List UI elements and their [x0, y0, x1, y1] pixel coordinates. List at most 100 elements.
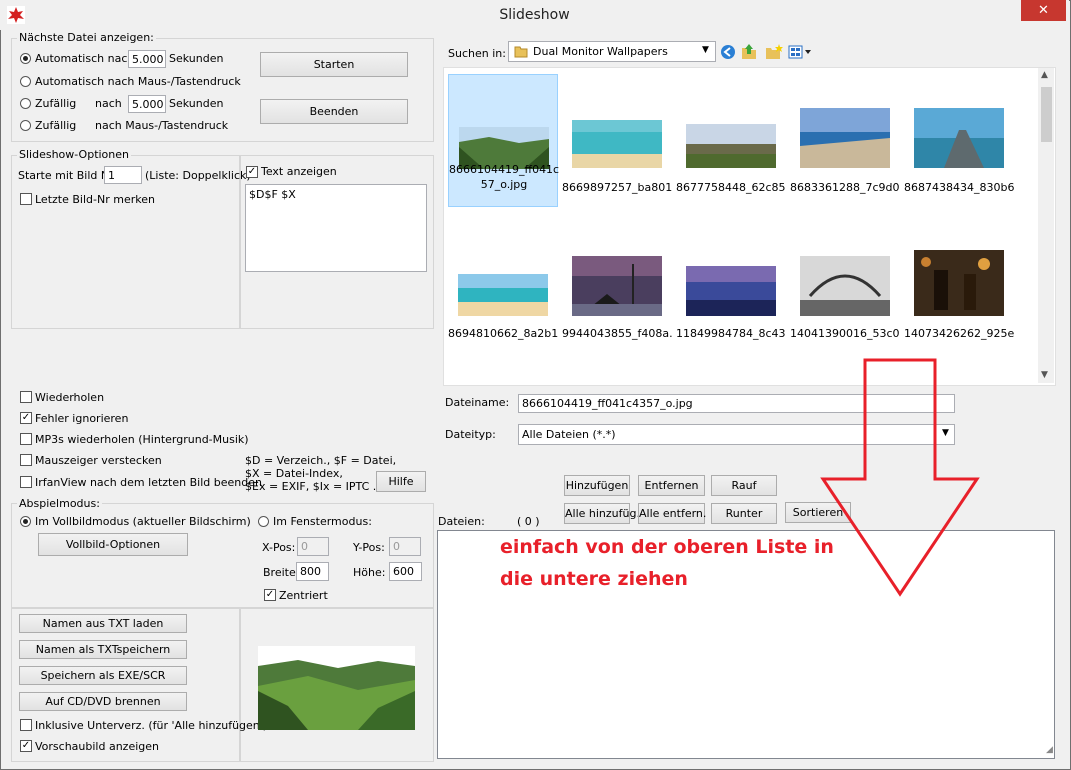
radio-random-keypress[interactable] — [20, 120, 31, 131]
load-names-txt-button[interactable]: Namen aus TXT laden — [19, 614, 187, 633]
text-format-input[interactable]: $D$F $X — [245, 184, 427, 272]
resize-grip-icon[interactable]: ◢ — [1046, 745, 1053, 755]
radio-window-mode[interactable] — [258, 516, 269, 527]
thumbnail-label: 8669897257_ba801... — [562, 181, 672, 194]
thumbnail-label: 8694810662_8a2b1... — [448, 327, 558, 340]
ignore-errors-checkbox[interactable]: ✓ — [20, 412, 32, 424]
include-subdirs-checkbox[interactable] — [20, 719, 32, 731]
legend-line-3: $Ex = EXIF, $Ix = IPTC ... — [245, 480, 384, 493]
thumbnail-item[interactable]: 8694810662_8a2b1... — [448, 220, 558, 355]
chevron-down-icon[interactable]: ▼ — [702, 45, 709, 55]
repeat-mp3-checkbox[interactable] — [20, 433, 32, 445]
thumbnail-item[interactable]: 9944043855_f408a... — [562, 220, 672, 355]
scrollbar-thumb[interactable] — [1041, 87, 1052, 142]
radio-fullscreen[interactable] — [20, 516, 31, 527]
xpos-input[interactable]: 0 — [297, 537, 329, 556]
random-seconds-unit: Sekunden — [169, 97, 224, 110]
exit-after-checkbox[interactable] — [20, 476, 32, 488]
save-exe-scr-button[interactable]: Speichern als EXE/SCR — [19, 666, 187, 685]
window-title: Slideshow — [499, 7, 570, 23]
burn-cd-button[interactable]: Auf CD/DVD brennen — [19, 692, 187, 711]
thumbnail-item[interactable]: 8666104419_ff041c43 57_o.jpg — [448, 74, 559, 207]
remember-checkbox[interactable] — [20, 193, 32, 205]
radio-auto-after-label: Automatisch nach — [35, 52, 135, 65]
help-button[interactable]: Hilfe — [376, 471, 426, 492]
thumbnail-label: 14073426262_925e... — [904, 327, 1014, 340]
radio-auto-after[interactable] — [20, 53, 31, 64]
thumbnail-item[interactable]: 8687438434_830b6... — [904, 74, 1014, 209]
thumbnail-image — [914, 250, 1004, 316]
random-keypress-sub: nach Maus-/Tastendruck — [95, 119, 229, 132]
folder-dropdown[interactable]: Dual Monitor Wallpapers — [508, 41, 716, 62]
random-after-sub: nach — [95, 97, 122, 110]
repeat-checkbox[interactable] — [20, 391, 32, 403]
height-label: Höhe: — [353, 566, 386, 579]
remove-button[interactable]: Entfernen — [638, 475, 705, 496]
fullscreen-label: Im Vollbildmodus (aktueller Bildschirm) — [35, 515, 251, 528]
hide-cursor-checkbox[interactable] — [20, 454, 32, 466]
exit-after-label: IrfanView nach dem letzten Bild beenden — [35, 476, 262, 489]
view-menu-icon[interactable] — [788, 44, 814, 60]
scroll-up-icon[interactable]: ▲ — [1041, 70, 1048, 80]
stop-button[interactable]: Beenden — [260, 99, 408, 124]
next-file-group-label: Nächste Datei anzeigen: — [17, 31, 156, 44]
thumbnail-item[interactable]: 14041390016_53c0... — [790, 220, 900, 355]
filetype-label: Dateityp: — [445, 428, 496, 441]
legend-line-2: $X = Datei-Index, — [245, 467, 343, 480]
thumbnail-image — [458, 274, 548, 316]
xpos-label: X-Pos: — [262, 541, 296, 554]
move-up-button[interactable]: Rauf — [711, 475, 777, 496]
annotation-line-1: einfach von der oberen Liste in — [500, 536, 834, 558]
thumbnail-label: 8666104419_ff041c43 57_o.jpg — [449, 163, 559, 191]
add-all-button[interactable]: Alle hinzufüg. — [564, 503, 640, 524]
height-input[interactable]: 600 — [389, 562, 422, 581]
repeat-label: Wiederholen — [35, 391, 105, 404]
thumbnail-item[interactable]: 8683361288_7c9d0... — [790, 74, 900, 209]
thumbnail-item[interactable]: 11849984784_8c43... — [676, 220, 786, 355]
start-button[interactable]: Starten — [260, 52, 408, 77]
back-icon[interactable] — [720, 44, 736, 60]
thumbnail-item[interactable]: 8677758448_62c85... — [676, 74, 786, 209]
up-folder-icon[interactable] — [741, 43, 757, 60]
thumbnail-item[interactable]: 8669897257_ba801... — [562, 74, 672, 209]
scroll-down-icon[interactable]: ▼ — [1041, 370, 1048, 380]
thumbnail-image — [800, 108, 890, 168]
auto-seconds-unit: Sekunden — [169, 52, 224, 65]
thumbnail-item[interactable]: 14073426262_925e... — [904, 220, 1014, 355]
show-preview-checkbox[interactable]: ✓ — [20, 740, 32, 752]
close-button[interactable]: ✕ — [1021, 0, 1066, 21]
centered-checkbox[interactable]: ✓ — [264, 589, 276, 601]
thumbnail-image — [686, 266, 776, 316]
legend-line-1: $D = Verzeich., $F = Datei, — [245, 454, 397, 467]
title-bar[interactable]: Slideshow ✕ — [0, 0, 1069, 30]
radio-random-after[interactable] — [20, 98, 31, 109]
thumbnail-label: 8683361288_7c9d0... — [790, 181, 900, 194]
thumbnail-label: 8677758448_62c85... — [676, 181, 786, 194]
thumbnail-image — [572, 256, 662, 316]
slideshow-options-label: Slideshow-Optionen — [17, 148, 131, 161]
files-label: Dateien: — [438, 515, 485, 528]
thumbnail-image — [914, 108, 1004, 168]
new-folder-icon[interactable] — [765, 43, 783, 60]
ypos-label: Y-Pos: — [353, 541, 385, 554]
radio-auto-keypress[interactable] — [20, 76, 31, 87]
ypos-input[interactable]: 0 — [389, 537, 421, 556]
width-input[interactable]: 800 — [296, 562, 329, 581]
add-button[interactable]: Hinzufügen — [564, 475, 630, 496]
start-image-input[interactable]: 1 — [104, 166, 142, 184]
folder-icon — [514, 46, 528, 58]
move-down-button[interactable]: Runter — [711, 503, 777, 524]
annotation-line-2: die untere ziehen — [500, 568, 688, 590]
show-text-checkbox[interactable]: ✓ — [246, 166, 258, 178]
remove-all-button[interactable]: Alle entfern. — [638, 503, 706, 524]
auto-seconds-input[interactable]: 5.000 — [128, 50, 166, 68]
centered-label: Zentriert — [279, 589, 328, 602]
save-names-txt-button[interactable]: Namen als TXTspeichern — [19, 640, 187, 659]
window-mode-label: Im Fenstermodus: — [273, 515, 372, 528]
fullscreen-options-button[interactable]: Vollbild-Optionen — [38, 533, 188, 556]
thumbnail-image — [686, 124, 776, 168]
thumbnail-image — [572, 120, 662, 168]
random-seconds-input[interactable]: 5.000 — [128, 95, 166, 113]
radio-random-keypress-label: Zufällig — [35, 119, 77, 132]
preview-thumbnail — [258, 646, 415, 730]
